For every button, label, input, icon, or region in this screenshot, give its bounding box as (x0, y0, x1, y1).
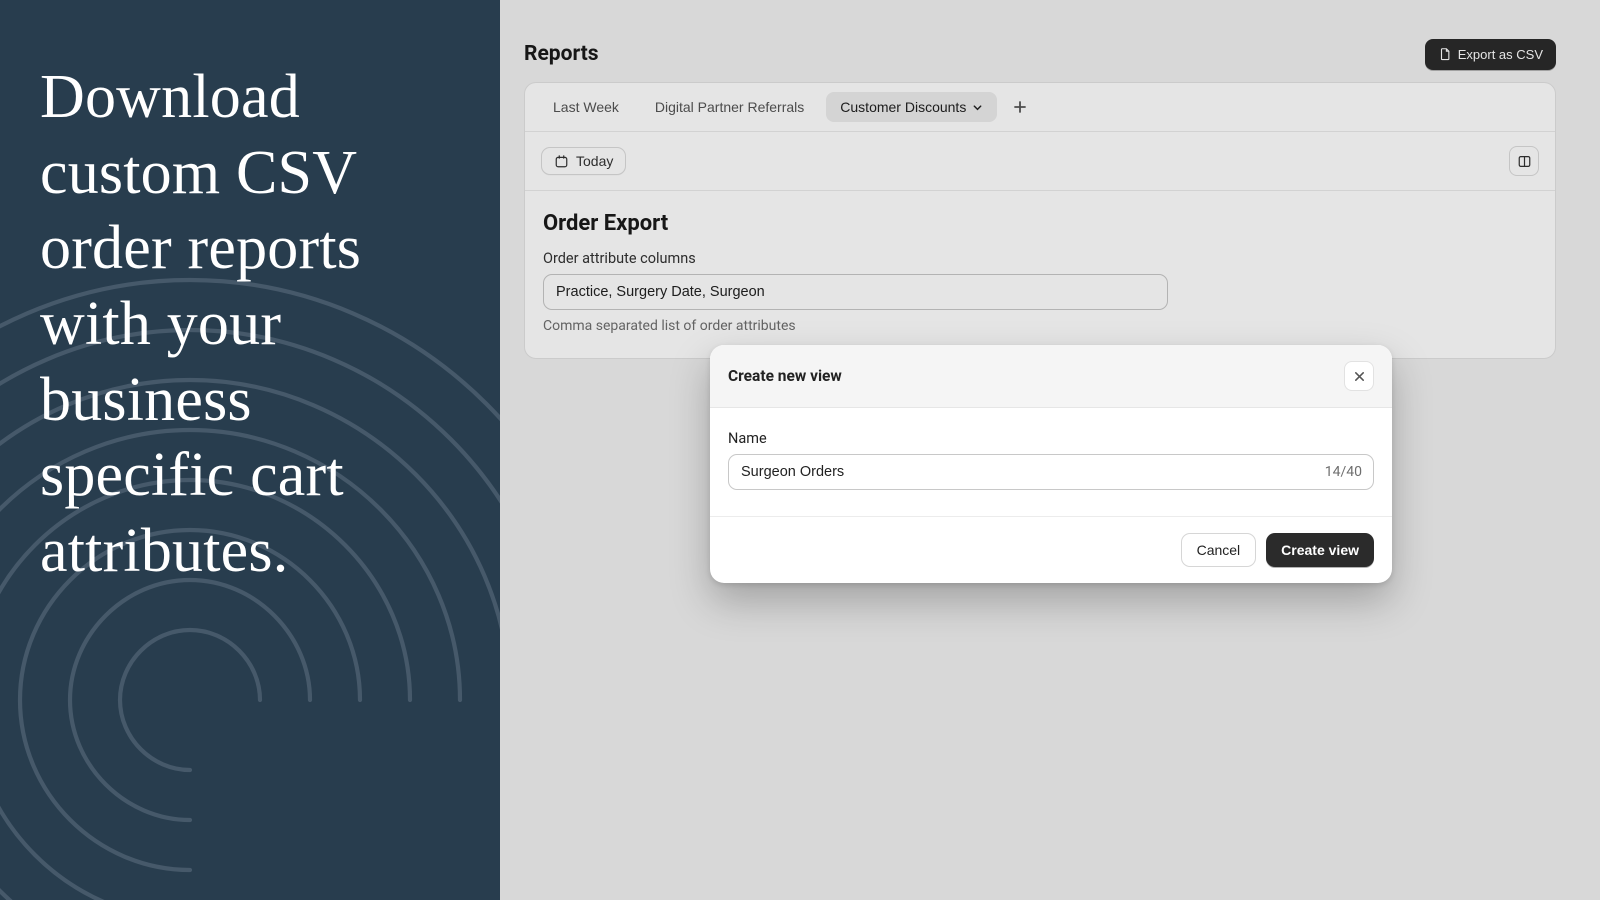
columns-button[interactable] (1509, 146, 1539, 176)
export-csv-label: Export as CSV (1458, 47, 1543, 62)
app-panel: Reports Export as CSV Last Week Digital … (500, 0, 1600, 900)
modal-close-button[interactable] (1344, 361, 1374, 391)
close-icon (1353, 370, 1366, 383)
cancel-button[interactable]: Cancel (1181, 533, 1257, 567)
date-range-label: Today (576, 153, 613, 169)
calendar-icon (554, 154, 569, 169)
export-csv-button[interactable]: Export as CSV (1425, 39, 1556, 70)
report-card: Last Week Digital Partner Referrals Cust… (524, 82, 1556, 359)
char-count: 14/40 (1325, 464, 1362, 480)
tab-customer-discounts[interactable]: Customer Discounts (826, 92, 997, 122)
modal-header: Create new view (710, 345, 1392, 408)
tab-label: Last Week (553, 99, 619, 115)
add-view-button[interactable] (1005, 92, 1035, 122)
columns-help-text: Comma separated list of order attributes (543, 318, 1537, 334)
create-view-modal: Create new view Name 14/40 Cancel Create… (710, 345, 1392, 583)
tab-digital-partner-referrals[interactable]: Digital Partner Referrals (641, 92, 818, 122)
modal-footer: Cancel Create view (710, 516, 1392, 583)
toolbar: Today (525, 132, 1555, 191)
chevron-down-icon (972, 102, 983, 113)
tab-label: Digital Partner Referrals (655, 99, 804, 115)
order-attribute-columns-input[interactable] (543, 274, 1168, 310)
tab-label: Customer Discounts (840, 99, 966, 115)
page-title: Reports (524, 42, 599, 66)
marketing-headline: Download custom CSV order reports with y… (0, 0, 500, 589)
view-name-label: Name (728, 430, 1374, 447)
tab-last-week[interactable]: Last Week (539, 92, 633, 122)
view-tabs: Last Week Digital Partner Referrals Cust… (525, 83, 1555, 132)
date-range-button[interactable]: Today (541, 147, 626, 175)
file-icon (1438, 47, 1452, 61)
modal-title: Create new view (728, 367, 842, 385)
create-view-button[interactable]: Create view (1266, 533, 1374, 567)
plus-icon (1013, 100, 1027, 114)
order-export-section: Order Export Order attribute columns Com… (525, 191, 1555, 358)
columns-field-label: Order attribute columns (543, 250, 1537, 267)
view-name-input[interactable] (728, 454, 1374, 490)
section-title: Order Export (543, 211, 1537, 236)
columns-icon (1517, 154, 1532, 169)
marketing-panel: Download custom CSV order reports with y… (0, 0, 500, 900)
